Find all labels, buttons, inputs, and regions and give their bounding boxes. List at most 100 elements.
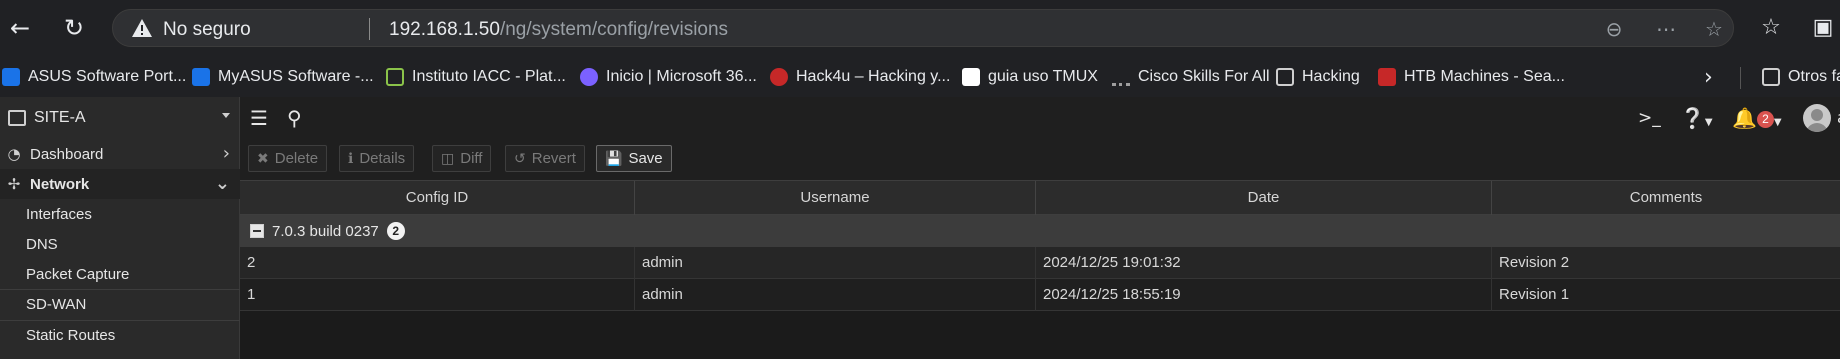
bookmark-cisco-skills[interactable]: Cisco Skills For All bbox=[1112, 63, 1270, 91]
avatar[interactable] bbox=[1803, 104, 1831, 132]
divider bbox=[1740, 67, 1741, 89]
group-row[interactable]: 7.0.3 build 0237 2 bbox=[240, 215, 1840, 247]
bookmark-label: Inicio | Microsoft 36... bbox=[606, 68, 757, 85]
group-label: 7.0.3 build 0237 bbox=[272, 222, 379, 240]
star-icon[interactable]: ☆ bbox=[1701, 17, 1727, 41]
network-icon: ✢ bbox=[7, 175, 21, 193]
sidebar-sub-interfaces[interactable]: Interfaces bbox=[0, 199, 240, 229]
bookmark-folder-hacking[interactable]: Hacking bbox=[1276, 63, 1360, 91]
revisions-table: Config ID Username Date Comments 7.0.3 b… bbox=[240, 180, 1840, 359]
table-row[interactable]: 1 admin 2024/12/25 18:55:19 Revision 1 bbox=[240, 279, 1840, 311]
bookmark-label: MyASUS Software -... bbox=[218, 68, 374, 85]
column-config-id[interactable]: Config ID bbox=[240, 181, 635, 215]
bookmark-guia-tmux[interactable]: guia uso TMUX bbox=[962, 63, 1098, 91]
device-selector[interactable]: SITE-A bbox=[0, 97, 240, 139]
security-label[interactable]: No seguro bbox=[163, 19, 251, 41]
cell-date: 2024/12/25 19:01:32 bbox=[1036, 247, 1492, 279]
url-text[interactable]: 192.168.1.50/ng/system/config/revisions bbox=[389, 19, 728, 41]
collections-icon[interactable]: ▣ bbox=[1808, 14, 1838, 42]
address-bar[interactable]: No seguro 192.168.1.50/ng/system/config/… bbox=[112, 9, 1734, 47]
sidebar-sub-static-routes[interactable]: Static Routes bbox=[0, 320, 240, 350]
url-host: 192.168.1.50 bbox=[389, 19, 500, 40]
htb-icon bbox=[1378, 68, 1396, 86]
bookmark-label: guia uso TMUX bbox=[988, 68, 1098, 85]
undo-icon: ↺ bbox=[514, 150, 526, 167]
close-icon: ✖ bbox=[257, 150, 269, 167]
cell-username: admin bbox=[635, 247, 1036, 279]
main-content: ☰ ⚲ >_ ❔▼ 🔔2▼ a ✖ Delete ℹ Details ◫ Diff ↺… bbox=[240, 97, 1840, 359]
table-row[interactable]: 2 admin 2024/12/25 19:01:32 Revision 2 bbox=[240, 247, 1840, 279]
notifications-icon[interactable]: 🔔 2 ▼ bbox=[1732, 105, 1782, 131]
chevron-right-icon[interactable]: › bbox=[1704, 65, 1713, 90]
bookmark-label: Otros fa bbox=[1788, 68, 1840, 85]
column-username[interactable]: Username bbox=[635, 181, 1036, 215]
bookmark-myasus-software[interactable]: MyASUS Software -... bbox=[192, 63, 374, 91]
bookmark-other-favorites[interactable]: Otros fa bbox=[1762, 63, 1840, 91]
microsoft-365-icon bbox=[580, 68, 598, 86]
info-icon: ℹ bbox=[348, 150, 354, 167]
column-comments[interactable]: Comments bbox=[1492, 181, 1840, 215]
delete-button[interactable]: ✖ Delete bbox=[248, 145, 328, 172]
divider bbox=[369, 18, 370, 40]
fortigate-app: SITE-A ◔ Dashboard › ✢ Network ⌄ Interfa… bbox=[0, 97, 1840, 359]
bookmark-hack4u[interactable]: Hack4u – Hacking y... bbox=[770, 63, 950, 91]
back-arrow-icon[interactable]: ← bbox=[6, 14, 34, 42]
sidebar-item-network[interactable]: ✢ Network ⌄ bbox=[0, 169, 240, 199]
menu-icon[interactable]: ☰ bbox=[250, 105, 268, 131]
revert-label: Revert bbox=[531, 150, 576, 167]
folder-icon bbox=[1762, 68, 1780, 86]
reload-icon[interactable]: ↻ bbox=[60, 14, 88, 42]
hack4u-icon bbox=[770, 68, 788, 86]
zoom-out-icon[interactable]: ⊖ bbox=[1601, 17, 1627, 41]
bookmark-microsoft-365[interactable]: Inicio | Microsoft 36... bbox=[580, 63, 757, 91]
bookmark-label: HTB Machines - Sea... bbox=[1404, 68, 1565, 85]
save-button[interactable]: 💾 Save bbox=[596, 145, 672, 172]
dashboard-icon: ◔ bbox=[7, 145, 21, 163]
bookmark-asus-software-portal[interactable]: ASUS Software Port... bbox=[2, 63, 186, 91]
device-name: SITE-A bbox=[34, 109, 86, 126]
cell-config-id: 1 bbox=[240, 279, 635, 311]
more-icon[interactable]: ⋯ bbox=[1653, 17, 1679, 41]
cisco-icon bbox=[1112, 68, 1130, 86]
bookmark-label: Hack4u – Hacking y... bbox=[796, 68, 951, 85]
folder-icon bbox=[1276, 68, 1294, 86]
sidebar-item-dashboard[interactable]: ◔ Dashboard › bbox=[0, 139, 240, 169]
diff-button[interactable]: ◫ Diff bbox=[432, 145, 492, 172]
bookmark-htb-machines[interactable]: HTB Machines - Sea... bbox=[1378, 63, 1565, 91]
help-icon[interactable]: ❔▼ bbox=[1680, 105, 1713, 131]
top-bar: ☰ ⚲ >_ ❔▼ 🔔2▼ a bbox=[240, 97, 1840, 139]
sidebar-item-label: Network bbox=[30, 175, 90, 193]
details-button[interactable]: ℹ Details bbox=[339, 145, 415, 172]
sidebar-item-label: Dashboard bbox=[30, 145, 104, 163]
cell-username: admin bbox=[635, 279, 1036, 311]
cli-console-icon[interactable]: >_ bbox=[1638, 105, 1661, 131]
column-date[interactable]: Date bbox=[1036, 181, 1492, 215]
cell-comment: Revision 2 bbox=[1499, 254, 1570, 271]
favorites-list-icon[interactable]: ☆ bbox=[1756, 14, 1786, 42]
table-header: Config ID Username Date Comments bbox=[240, 180, 1840, 215]
browser-toolbar: ← ↻ No seguro 192.168.1.50/ng/system/con… bbox=[0, 0, 1840, 57]
cell-date: 2024/12/25 18:55:19 bbox=[1036, 279, 1492, 311]
bookmark-instituto-iacc[interactable]: Instituto IACC - Plat... bbox=[386, 63, 566, 91]
revert-button[interactable]: ↺ Revert bbox=[505, 145, 585, 172]
collapse-icon[interactable] bbox=[250, 224, 264, 238]
caret-down-icon bbox=[222, 113, 230, 118]
details-label: Details bbox=[359, 150, 406, 167]
diff-label: Diff bbox=[460, 150, 483, 167]
sidebar-sub-packet-capture[interactable]: Packet Capture bbox=[0, 259, 240, 289]
search-icon[interactable]: ⚲ bbox=[287, 105, 302, 131]
bookmark-label: ASUS Software Port... bbox=[28, 68, 187, 85]
delete-label: Delete bbox=[274, 150, 319, 167]
url-path: /ng/system/config/revisions bbox=[499, 19, 729, 40]
warning-icon bbox=[132, 19, 152, 37]
sidebar-sub-sd-wan[interactable]: SD-WAN bbox=[0, 289, 240, 319]
sidebar: SITE-A ◔ Dashboard › ✢ Network ⌄ Interfa… bbox=[0, 97, 240, 359]
tmux-icon bbox=[962, 68, 980, 86]
notification-badge: 2 bbox=[1756, 111, 1774, 128]
bookmark-label: Hacking bbox=[1302, 68, 1360, 85]
save-label: Save bbox=[628, 150, 663, 167]
sidebar-sub-dns[interactable]: DNS bbox=[0, 229, 240, 259]
chevron-right-icon: › bbox=[222, 143, 230, 164]
cell-comment: Revision 1 bbox=[1499, 286, 1570, 303]
bookmark-label: Instituto IACC - Plat... bbox=[412, 68, 566, 85]
